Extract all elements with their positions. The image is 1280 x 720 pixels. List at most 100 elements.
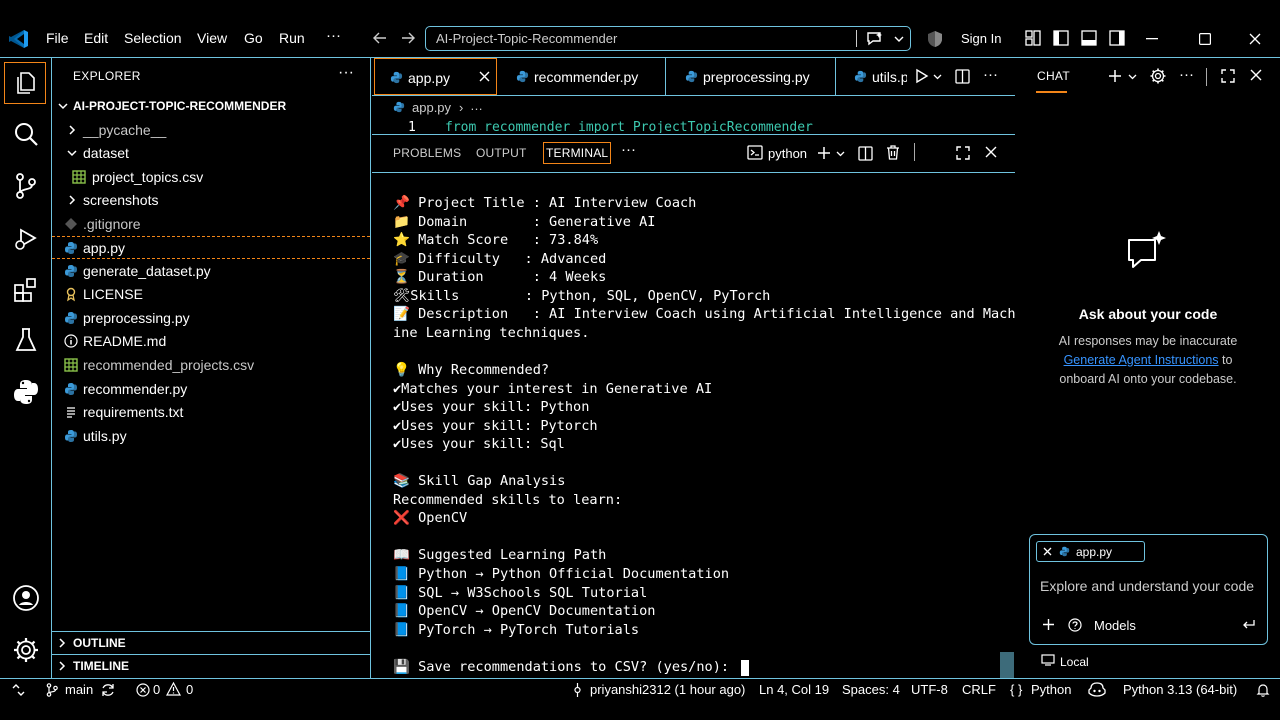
split-terminal-icon[interactable] (858, 146, 873, 161)
notifications-bell-icon[interactable] (1256, 683, 1270, 697)
tab-preprocessing-py[interactable]: preprocessing.py (667, 58, 836, 95)
split-editor-icon[interactable] (955, 69, 970, 84)
code-editor[interactable]: 1 from recommender import ProjectTopicRe… (372, 118, 1015, 133)
minimize-icon[interactable] (1146, 38, 1158, 40)
toggle-panel-icon[interactable] (1081, 30, 1097, 46)
error-count[interactable]: 0 (153, 682, 160, 697)
tree-item-recommended-projects-csv[interactable]: recommended_projects.csv (52, 354, 370, 377)
tree-item-dataset[interactable]: dataset (52, 142, 370, 165)
tree-item-recommender-py[interactable]: recommender.py (52, 378, 370, 401)
menu-selection[interactable]: Selection (124, 30, 182, 46)
tree-item-requirements-txt[interactable]: requirements.txt (52, 401, 370, 424)
error-icon[interactable] (136, 683, 150, 697)
tree-item-app-py[interactable]: app.py (52, 236, 370, 259)
maximize-icon[interactable] (1199, 33, 1212, 46)
tree-item-utils-py[interactable]: utils.py (52, 425, 370, 448)
branch-name[interactable]: main (65, 682, 93, 697)
python-icon[interactable] (12, 378, 40, 406)
add-context-icon[interactable] (1042, 618, 1055, 631)
cursor-position[interactable]: Ln 4, Col 19 (759, 682, 829, 697)
sign-in-button[interactable]: Sign In (961, 31, 1001, 46)
chat-more-button[interactable]: ··· (1179, 66, 1194, 83)
customize-layout-icon[interactable] (1025, 30, 1041, 46)
menu-file[interactable]: File (46, 30, 69, 46)
chat-input-placeholder[interactable]: Explore and understand your code (1040, 578, 1254, 594)
activity-explorer[interactable] (4, 62, 46, 104)
accounts-icon[interactable] (12, 584, 40, 612)
nav-forward-icon[interactable] (401, 32, 415, 44)
models-picker[interactable]: Models (1094, 618, 1136, 633)
terminal-output[interactable]: 📌 Project Title : AI Interview Coach 📁 Do… (372, 174, 1016, 718)
copilot-icon[interactable] (1088, 682, 1106, 697)
chat-title[interactable]: CHAT (1037, 69, 1070, 83)
chevron-down-icon[interactable] (1128, 73, 1137, 80)
accounts-shield-icon[interactable] (927, 30, 943, 48)
tree-item-preprocessing-py[interactable]: preprocessing.py (52, 307, 370, 330)
close-window-icon[interactable] (1249, 33, 1261, 45)
tree-item-readme[interactable]: README.md (52, 330, 370, 353)
python-interpreter[interactable]: Python 3.13 (64-bit) (1123, 682, 1237, 697)
breadcrumb-file[interactable]: app.py (412, 100, 451, 115)
chat-input-box[interactable]: app.py Explore and understand your code … (1029, 534, 1268, 645)
menu-view[interactable]: View (197, 30, 227, 46)
close-panel-icon[interactable] (985, 146, 997, 158)
gear-icon[interactable] (12, 636, 40, 664)
indentation[interactable]: Spaces: 4 (842, 682, 900, 697)
tab-problems[interactable]: PROBLEMS (393, 146, 461, 160)
local-mode-label[interactable]: Local (1060, 655, 1089, 669)
tab-utils-py[interactable]: utils.p (837, 58, 907, 95)
command-center-search[interactable]: AI-Project-Topic-Recommender (425, 26, 911, 51)
git-blame[interactable]: priyanshi2312 (1 hour ago) (590, 682, 745, 697)
tab-recommender-py[interactable]: recommender.py (498, 58, 666, 95)
extensions-icon[interactable] (12, 276, 40, 304)
tab-terminal[interactable]: TERMINAL (543, 142, 612, 164)
copilot-chat-icon[interactable] (866, 31, 884, 47)
language-mode[interactable]: Python (1031, 682, 1071, 697)
tab-output[interactable]: OUTPUT (476, 146, 527, 160)
add-terminal-icon[interactable] (817, 146, 831, 160)
sync-icon[interactable] (101, 683, 115, 697)
toggle-secondary-sidebar-icon[interactable] (1109, 30, 1125, 46)
context-file-chip[interactable]: app.py (1036, 541, 1145, 562)
tree-item-gitignore[interactable]: .gitignore (52, 213, 370, 236)
search-icon[interactable] (12, 120, 40, 148)
nav-back-icon[interactable] (373, 32, 387, 44)
timeline-section[interactable]: TIMELINE (52, 654, 370, 676)
send-enter-icon[interactable] (1242, 619, 1256, 630)
warning-icon[interactable] (165, 681, 182, 696)
menu-edit[interactable]: Edit (84, 30, 108, 46)
encoding[interactable]: UTF-8 (911, 682, 948, 697)
panel-more-button[interactable]: ··· (621, 141, 636, 158)
generate-agent-instructions-link[interactable]: Generate Agent Instructions (1064, 353, 1219, 367)
end-of-line[interactable]: CRLF (962, 682, 996, 697)
run-debug-icon[interactable] (12, 224, 40, 252)
tree-item-screenshots[interactable]: screenshots (52, 189, 370, 212)
breadcrumb-symbols[interactable]: … (470, 98, 483, 113)
menu-run[interactable]: Run (279, 30, 305, 46)
outline-section[interactable]: OUTLINE (52, 631, 370, 653)
terminal-shell-label[interactable]: python (768, 146, 807, 161)
root-folder[interactable]: AI-PROJECT-TOPIC-RECOMMENDER (52, 96, 370, 118)
gear-icon[interactable] (1150, 68, 1166, 84)
testing-beaker-icon[interactable] (12, 326, 40, 354)
explorer-more-button[interactable]: ··· (338, 64, 354, 82)
close-icon[interactable] (1043, 547, 1052, 556)
toggle-primary-sidebar-icon[interactable] (1053, 30, 1069, 46)
remote-icon[interactable] (12, 684, 25, 696)
chevron-down-icon[interactable] (933, 73, 942, 80)
chevron-down-icon[interactable] (894, 35, 904, 43)
tree-item-pycache[interactable]: __pycache__ (52, 119, 370, 142)
menu-more-button[interactable]: ··· (326, 27, 341, 44)
menu-go[interactable]: Go (244, 30, 263, 46)
maximize-chat-icon[interactable] (1221, 69, 1235, 83)
editor-more-button[interactable]: ··· (983, 66, 998, 83)
close-chat-icon[interactable] (1250, 69, 1262, 81)
warning-count[interactable]: 0 (186, 682, 193, 697)
trash-icon[interactable] (886, 145, 900, 160)
help-icon[interactable] (1068, 618, 1082, 632)
run-file-icon[interactable] (915, 68, 929, 84)
tab-app-py[interactable]: app.py (374, 58, 497, 95)
source-control-icon[interactable] (12, 172, 40, 200)
close-tab-icon[interactable] (479, 71, 490, 82)
new-chat-icon[interactable] (1108, 69, 1122, 83)
